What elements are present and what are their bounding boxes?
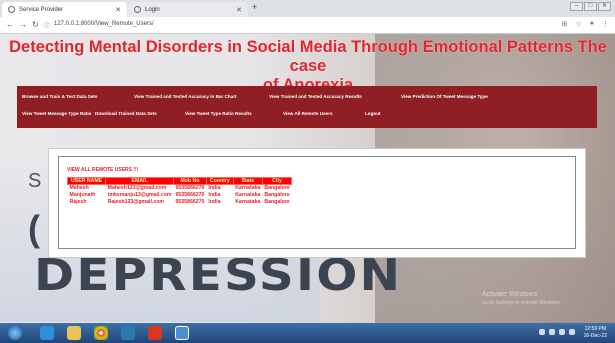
cell-city: Bangalore [264,199,290,205]
address-bar: ← → ↻ ⓘ 127.0.0.1:8000/View_Remote_Users… [0,17,615,34]
remote-users-panel: VIEW ALL REMOTE USERS !!! USER NAME EMAI… [48,148,586,258]
info-icon[interactable]: ⓘ [44,21,50,30]
cell-email: Rajesh123@gmail.com [107,199,165,205]
remote-users-table: USER NAME EMAIL Mob No Country State Cit… [66,177,293,206]
menu-logout[interactable]: Logout [365,111,381,116]
menu-tweet-type-ratio[interactable]: View Tweet Message Type Ratio [22,111,91,116]
cell-mobile: 9535866270 [175,192,205,198]
browser-tab-bar: Service Provider ✕ Login ✕ + – □ ✕ [0,0,615,17]
system-tray [539,329,575,335]
windows-taskbar: 12:59 PM 16-Dec-22 [0,323,615,343]
cell-city: Bangalore [264,192,290,198]
column-header: State [232,177,263,185]
panel-heading: VIEW ALL REMOTE USERS !!! [67,167,139,173]
activate-windows-subtext: Go to Settings to activate Windows. [482,300,561,306]
table-row: Manjunath tmksmanju13@gmail.com 95358662… [68,192,292,199]
globe-icon [8,6,15,13]
close-tab-icon[interactable]: ✕ [115,6,121,14]
pdf-reader-icon[interactable] [148,326,162,340]
window-controls: – □ ✕ [570,2,611,11]
tab-label: Service Provider [19,6,64,13]
column-header: EMAIL [105,177,175,185]
volume-icon[interactable] [569,329,575,335]
clock-time: 12:59 PM [584,326,607,332]
cell-email: tmksmanju13@gmail.com [107,192,172,198]
cell-country: India [208,192,221,198]
minimize-button[interactable]: – [570,2,583,11]
globe-icon [134,6,141,13]
panel-border: VIEW ALL REMOTE USERS !!! USER NAME EMAI… [58,156,576,249]
tab-service-provider[interactable]: Service Provider ✕ [2,2,127,17]
table-row: Mahesh Mahesh123@gmail.com 9535866270 In… [68,185,292,192]
menu-prediction-tweet-type[interactable]: View Prediction Of Tweet Message Type [401,94,488,99]
pycharm-icon[interactable] [121,326,135,340]
table-row: Rajesh Rajesh123@gmail.com 9535866270 In… [68,199,292,206]
star-icon[interactable]: ☆ [575,20,581,28]
maximize-button[interactable]: □ [584,2,597,11]
app-icon[interactable] [175,326,189,340]
cell-country: India [208,199,221,205]
page-title-line-1: Detecting Mental Disorders in Social Med… [9,38,607,75]
tray-icon[interactable] [549,329,555,335]
cell-country: India [208,185,221,192]
cell-state: Karnataka [235,192,261,198]
column-header: Mob No [173,177,207,185]
new-tab-button[interactable]: + [252,2,257,12]
translate-icon[interactable]: ⊞ [562,20,568,28]
clock-date: 16-Dec-22 [583,333,607,339]
tab-label: Login [145,6,160,13]
cell-username: Mahesh [69,185,89,192]
menu-download-trained-data[interactable]: Download Trained Data Sets [95,111,157,116]
close-window-button[interactable]: ✕ [598,2,611,11]
start-button[interactable] [8,326,22,340]
menu-browse-train-test[interactable]: Browse and Train & Test Data Sets [22,94,97,99]
menu-accuracy-bar-chart[interactable]: View Trained and Tested Accuracy in Bar … [134,94,237,99]
main-menu: Browse and Train & Test Data Sets View T… [17,86,597,128]
menu-accuracy-results[interactable]: View Trained and Tested Accuracy Results [269,94,362,99]
close-tab-icon[interactable]: ✕ [236,6,242,14]
menu-tweet-type-ratio-results[interactable]: View Tweet Type Ratio Results [185,111,252,116]
system-clock[interactable]: 12:59 PM 16-Dec-22 [584,326,607,340]
background-text-fragment: ( [28,208,40,249]
column-header: City [261,177,293,185]
cell-city: Bangalore [264,185,290,192]
tray-icon[interactable] [539,329,545,335]
table-header-row: USER NAME EMAIL Mob No Country State Cit… [66,177,293,185]
menu-dots-icon[interactable]: ⋮ [602,20,609,28]
ie-icon[interactable] [40,326,54,340]
url-field[interactable]: 127.0.0.1:8000/View_Remote_Users/ [54,21,154,27]
folder-icon[interactable] [67,326,81,340]
column-header: USER NAME [66,177,107,185]
chrome-icon[interactable] [94,326,108,340]
activate-windows-watermark: Activate Windows [482,291,538,298]
reload-icon[interactable]: ↻ [32,20,39,29]
background-text-fragment: S [28,170,42,192]
menu-view-remote-users[interactable]: View All Remote Users [283,111,333,116]
column-header: Country [205,177,234,185]
network-icon[interactable] [559,329,565,335]
tab-login[interactable]: Login ✕ [128,2,248,17]
cell-mobile: 9535866270 [175,199,205,205]
cell-username: Rajesh [69,199,87,205]
cell-mobile: 9535866270 [175,185,205,192]
cell-email: Mahesh123@gmail.com [107,185,167,192]
cell-state: Karnataka [235,185,261,192]
cell-state: Karnataka [235,199,261,205]
cell-username: Manjunath [69,192,96,198]
profile-icon[interactable]: ● [590,20,594,28]
back-arrow-icon[interactable]: ← [6,20,14,29]
page-content: Detecting Mental Disorders in Social Med… [0,34,615,323]
forward-arrow-icon[interactable]: → [19,20,27,29]
